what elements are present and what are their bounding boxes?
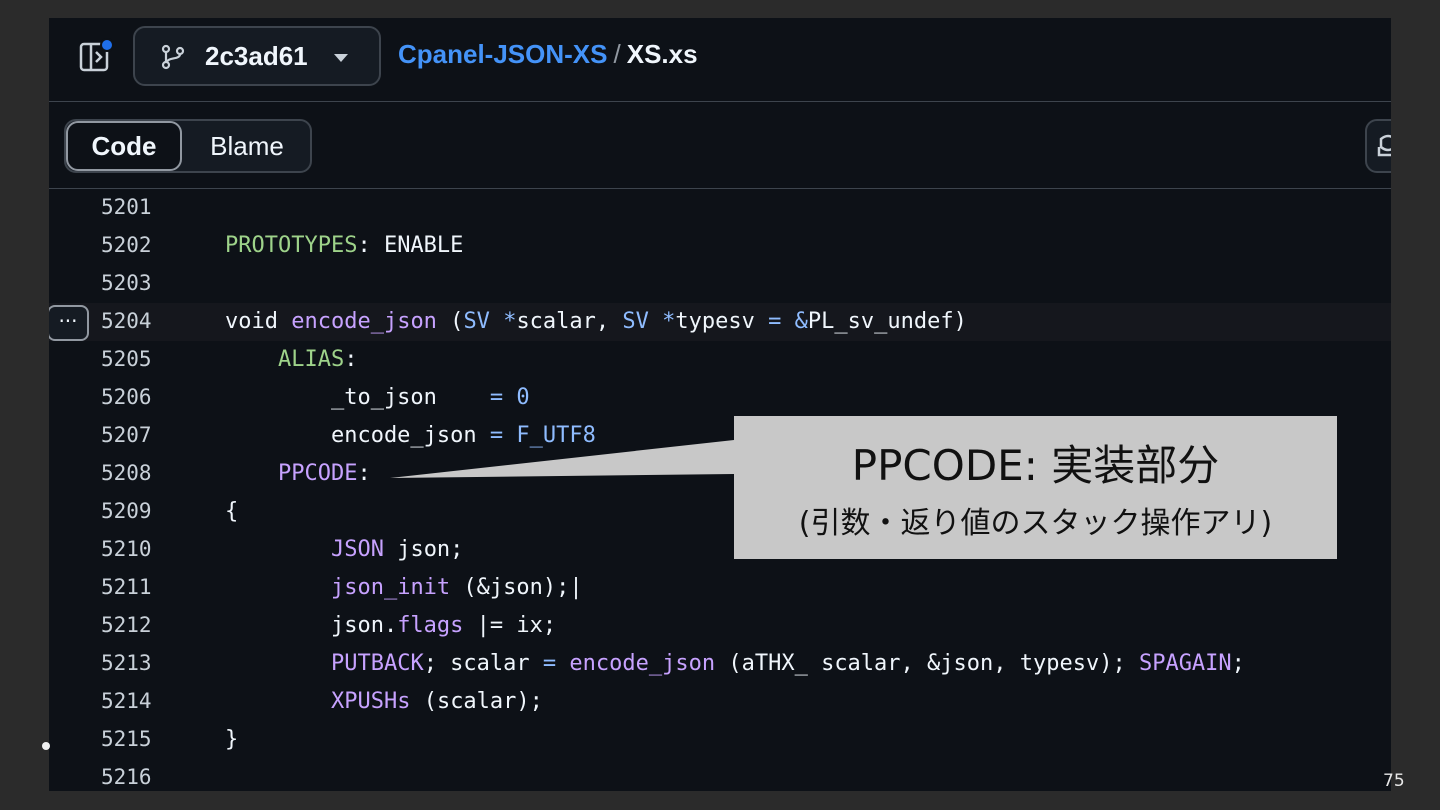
callout-pointer (390, 440, 734, 478)
annotation-callout: PPCODE: 実装部分 (引数・返り値のスタック操作アリ) (734, 416, 1337, 559)
slide-bullet-dot (42, 742, 50, 750)
callout-subtitle: (引数・返り値のスタック操作アリ) (798, 506, 1273, 541)
callout-title: PPCODE: 実装部分 (851, 441, 1220, 490)
slide-page-number: 75 (1383, 771, 1405, 791)
